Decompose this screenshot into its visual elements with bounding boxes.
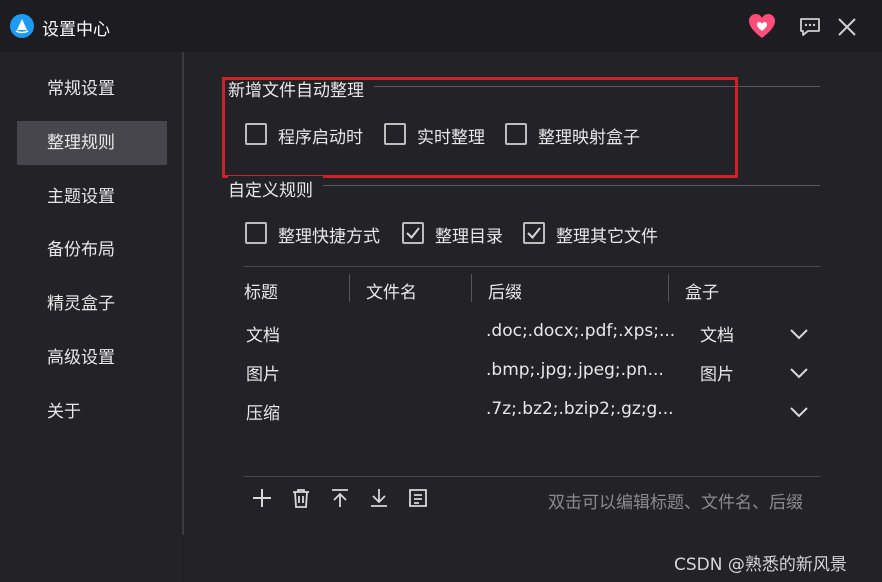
check-icon xyxy=(406,227,420,240)
sidebar-item-general[interactable]: 常规设置 xyxy=(17,67,167,111)
check-icon xyxy=(527,227,541,240)
sidebar-item-label: 精灵盒子 xyxy=(47,294,115,314)
sidebar-item-backup-layout[interactable]: 备份布局 xyxy=(17,228,167,272)
cell-suffix: .7z;.bz2;.bzip2;.gz;g... xyxy=(486,399,674,419)
add-icon[interactable] xyxy=(251,487,273,509)
heart-icon[interactable] xyxy=(748,13,776,41)
cell-suffix: .bmp;.jpg;.jpeg;.pn... xyxy=(486,360,664,380)
delete-icon[interactable] xyxy=(290,487,312,509)
column-separator[interactable] xyxy=(668,274,669,302)
cell-title: 文档 xyxy=(246,326,280,346)
shortcut-label: 整理快捷方式 xyxy=(278,227,380,247)
directory-checkbox[interactable] xyxy=(402,222,424,244)
window-title: 设置中心 xyxy=(42,20,110,40)
sidebar-item-label: 关于 xyxy=(47,402,81,422)
directory-label: 整理目录 xyxy=(435,227,503,247)
chevron-down-icon[interactable] xyxy=(789,366,809,380)
sidebar-item-label: 整理规则 xyxy=(47,133,115,153)
cell-box: 文档 xyxy=(700,326,734,346)
column-header-filename[interactable]: 文件名 xyxy=(366,278,417,303)
custom-rules-title: 自定义规则 xyxy=(228,176,323,201)
table-top-border xyxy=(244,266,820,267)
chevron-down-icon[interactable] xyxy=(789,405,809,419)
cell-title: 图片 xyxy=(246,365,280,385)
cell-suffix: .doc;.docx;.pdf;.xps;... xyxy=(486,321,676,341)
column-separator[interactable] xyxy=(349,274,350,302)
cell-box: 图片 xyxy=(700,365,734,385)
sidebar-item-sprite-box[interactable]: 精灵盒子 xyxy=(17,282,167,326)
notes-icon[interactable] xyxy=(407,487,429,509)
table-bottom-border xyxy=(244,476,820,477)
sidebar-item-label: 高级设置 xyxy=(47,348,115,368)
sidebar-item-advanced[interactable]: 高级设置 xyxy=(17,336,167,380)
column-separator[interactable] xyxy=(471,274,472,302)
sidebar-item-about[interactable]: 关于 xyxy=(17,390,167,434)
column-header-box[interactable]: 盒子 xyxy=(685,278,719,303)
sidebar-item-label: 主题设置 xyxy=(47,187,115,207)
other-files-checkbox[interactable] xyxy=(523,222,545,244)
column-header-title[interactable]: 标题 xyxy=(244,278,278,303)
download-icon[interactable] xyxy=(368,487,390,509)
edit-hint: 双击可以编辑标题、文件名、后缀 xyxy=(548,493,803,513)
sidebar-item-theme[interactable]: 主题设置 xyxy=(17,175,167,219)
sidebar-item-label: 备份布局 xyxy=(47,240,115,260)
app-logo-icon xyxy=(10,14,34,38)
sidebar-item-label: 常规设置 xyxy=(47,79,115,99)
move-top-icon[interactable] xyxy=(329,487,351,509)
shortcut-checkbox[interactable] xyxy=(245,222,267,244)
close-icon[interactable] xyxy=(835,15,859,39)
chevron-down-icon[interactable] xyxy=(789,327,809,341)
cell-title: 压缩 xyxy=(246,404,280,424)
chat-feedback-icon[interactable] xyxy=(798,15,822,39)
watermark: CSDN @熟悉的新风景 xyxy=(674,555,847,575)
sidebar-item-organize-rules[interactable]: 整理规则 xyxy=(17,121,167,165)
other-files-label: 整理其它文件 xyxy=(556,227,658,247)
column-header-suffix[interactable]: 后缀 xyxy=(488,278,522,303)
title-bar: 设置中心 xyxy=(0,0,882,52)
highlight-annotation xyxy=(222,77,738,178)
